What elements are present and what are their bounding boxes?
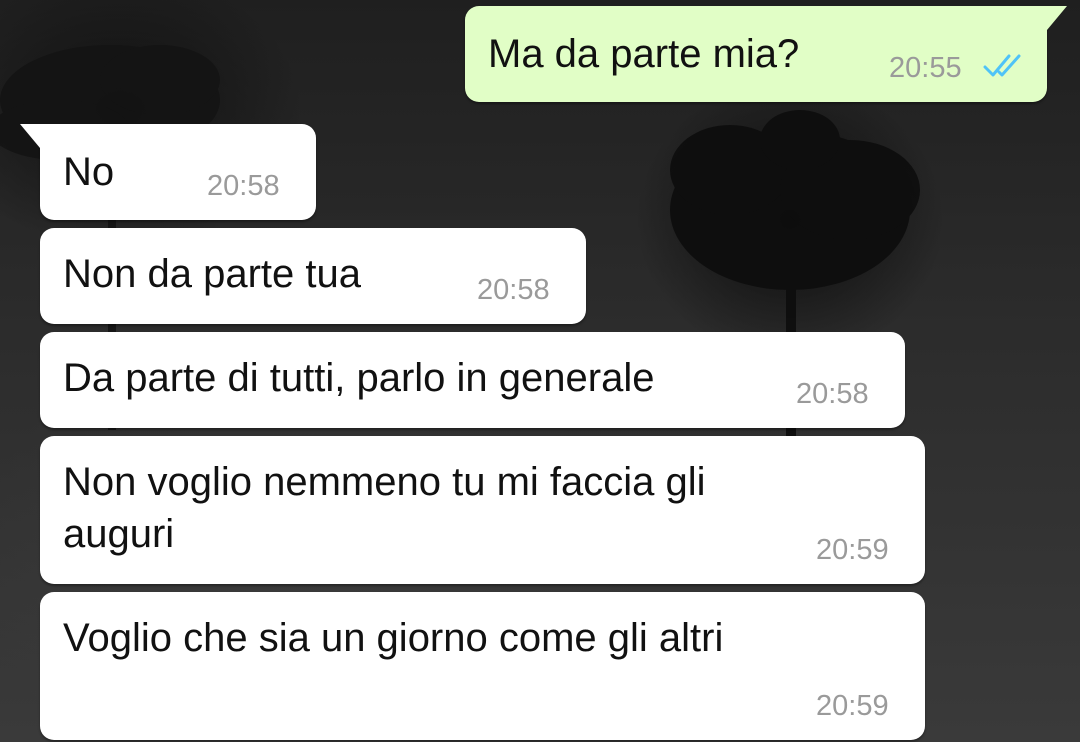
message-bubble-incoming[interactable]: No 20:58: [20, 124, 316, 220]
message-bubble-incoming[interactable]: Da parte di tutti, parlo in generale 20:…: [40, 332, 905, 428]
double-check-read-icon: [983, 54, 1021, 77]
message-text: Ma da parte mia?: [488, 32, 800, 76]
bubble-tail: [1047, 6, 1067, 30]
conversation: Ma da parte mia? 20:55 No 20:58 Non da p…: [0, 0, 1080, 742]
message-text-line-1: Non voglio nemmeno tu mi faccia gli: [63, 460, 706, 504]
message-bubble-incoming[interactable]: Voglio che sia un giorno come gli altri …: [40, 592, 925, 740]
message-time: 20:58: [477, 274, 550, 306]
message-bubble-outgoing[interactable]: Ma da parte mia? 20:55: [465, 6, 1067, 102]
message-text: Da parte di tutti, parlo in generale: [63, 356, 655, 400]
message-time: 20:59: [816, 690, 889, 722]
message-text: Voglio che sia un giorno come gli altri: [63, 616, 724, 660]
message-text-line-2: auguri: [63, 512, 175, 556]
message-time: 20:55: [889, 52, 962, 84]
message-text: No: [63, 150, 115, 194]
message-time: 20:58: [796, 378, 869, 410]
bubble-tail: [20, 124, 40, 148]
message-bubble-incoming[interactable]: Non voglio nemmeno tu mi faccia gli augu…: [40, 436, 925, 584]
message-time: 20:59: [816, 534, 889, 566]
message-time: 20:58: [207, 170, 280, 202]
message-bubble-incoming[interactable]: Non da parte tua 20:58: [40, 228, 586, 324]
message-text: Non da parte tua: [63, 252, 361, 296]
